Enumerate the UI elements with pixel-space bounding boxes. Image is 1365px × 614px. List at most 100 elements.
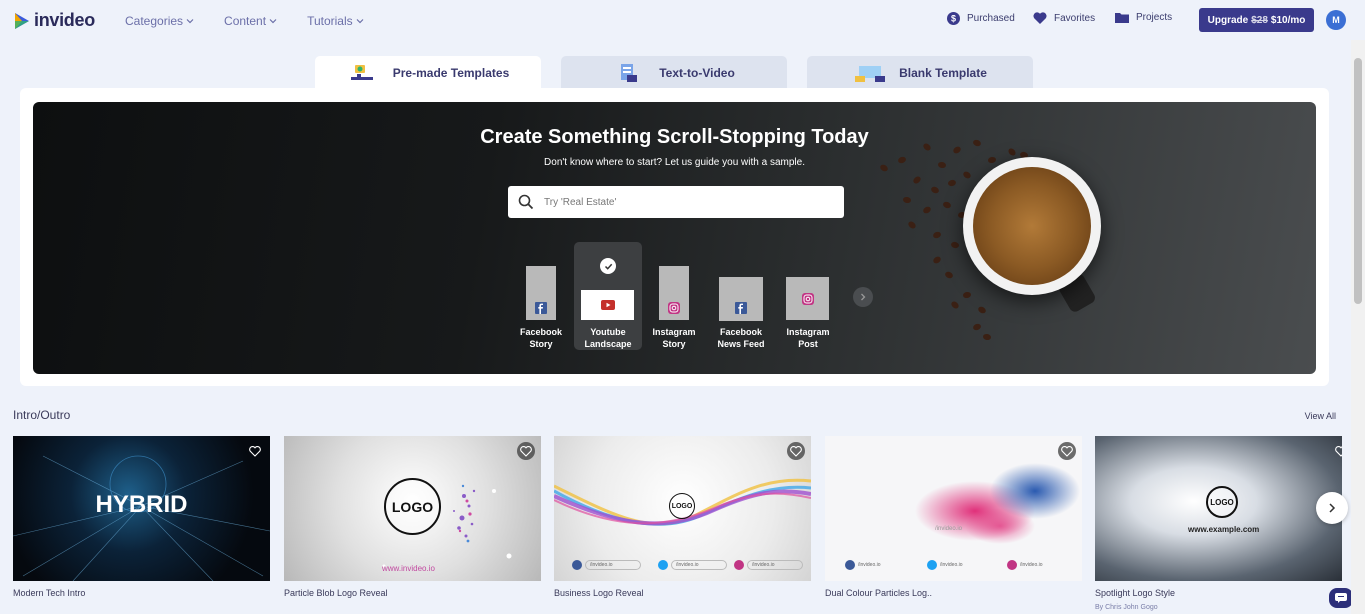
favorite-button[interactable] [1058, 442, 1076, 460]
chat-icon [1335, 593, 1347, 603]
carousel-next-button[interactable] [1316, 492, 1348, 524]
selected-check-icon [600, 258, 616, 274]
card-author: By Chris John Gogo [1095, 604, 1158, 611]
favorite-button[interactable] [246, 442, 264, 460]
format-facebook-news-feed[interactable]: Facebook News Feed [707, 277, 775, 352]
dollar-icon: $ [947, 12, 960, 25]
page-scrollbar[interactable] [1351, 40, 1365, 614]
chevron-down-icon [356, 19, 364, 24]
nav-menu: Categories Content Tutorials [125, 14, 364, 28]
heart-outline-icon [520, 445, 532, 457]
chevron-down-icon [186, 19, 194, 24]
card-image-text: HYBRID [95, 491, 188, 518]
card-title: Modern Tech Intro [13, 588, 86, 598]
youtube-icon [600, 300, 615, 310]
card-url-text: /invideo.io [935, 526, 963, 532]
favorites-link[interactable]: Favorites [1033, 12, 1095, 24]
upgrade-price: $10/mo [1270, 14, 1306, 26]
card-thumbnail: LOGO www.example.com [1095, 436, 1342, 581]
format-label-line2: Story [529, 339, 553, 349]
heart-outline-icon [1061, 445, 1073, 457]
template-search[interactable] [508, 186, 844, 218]
tab-blank-label: Blank Template [899, 65, 987, 80]
hero-title: Create Something Scroll-Stopping Today [480, 126, 869, 148]
heart-icon [1033, 12, 1047, 24]
invideo-logo-icon [15, 12, 29, 29]
brand-name: invideo [34, 10, 95, 30]
upgrade-button[interactable]: Upgrade $28 $10/mo [1199, 8, 1314, 32]
search-input[interactable] [544, 196, 814, 208]
format-label-line2: News Feed [717, 339, 765, 349]
nav-content[interactable]: Content [224, 14, 277, 28]
text-to-video-icon [621, 63, 638, 82]
chevron-down-icon [269, 19, 277, 24]
format-label-line1: Facebook [519, 327, 562, 337]
favorites-label: Favorites [1054, 12, 1096, 24]
view-all-link[interactable]: View All [1305, 411, 1336, 421]
nav-tutorials[interactable]: Tutorials [307, 14, 364, 28]
card-title: Dual Colour Particles Log.. [825, 588, 933, 598]
format-instagram-story[interactable]: Instagram Story [640, 266, 708, 352]
template-tabs: Pre-made Templates Text-to-Video Blank T… [315, 56, 1033, 89]
brand-logo[interactable]: invideo [14, 10, 95, 31]
nav-categories-label: Categories [125, 14, 184, 28]
format-youtube-landscape[interactable]: Youtube Landscape [574, 242, 642, 350]
purchased-link[interactable]: $ Purchased [947, 12, 1015, 25]
instagram-icon [668, 302, 680, 314]
format-label-line1: Instagram [652, 327, 696, 337]
nav-content-label: Content [224, 14, 267, 28]
card-title: Particle Blob Logo Reveal [284, 588, 388, 598]
instagram-icon [801, 292, 814, 305]
card-thumbnail: /invideo.io /invideo.io /invideo.io /inv… [825, 436, 1082, 581]
tab-premade-label: Pre-made Templates [392, 65, 510, 80]
format-label-line2: Landscape [584, 339, 632, 349]
format-label-line1: Youtube [590, 327, 626, 337]
card-logo-circle: LOGO [669, 493, 695, 519]
heart-outline-icon [790, 445, 802, 457]
blank-template-icon [855, 65, 886, 82]
tab-premade-templates[interactable]: Pre-made Templates [315, 56, 541, 89]
format-facebook-story[interactable]: Facebook Story [507, 266, 575, 352]
social-twitter: /invideo.io [658, 560, 727, 570]
folder-icon [1115, 13, 1129, 23]
card-url-text: www.invideo.io [382, 564, 435, 573]
social-facebook: /invideo.io [572, 560, 641, 570]
social-instagram: /invideo.io [1007, 560, 1043, 570]
format-instagram-post[interactable]: Instagram Post [774, 277, 842, 352]
projects-link[interactable]: Projects [1115, 12, 1172, 23]
favorite-button[interactable] [787, 442, 805, 460]
templates-icon [350, 64, 373, 80]
card-logo-circle: LOGO [384, 478, 441, 535]
card-title: Spotlight Logo Style [1095, 588, 1176, 598]
favorite-button[interactable] [1332, 442, 1342, 460]
facebook-icon [735, 302, 747, 314]
hero-banner: Create Something Scroll-Stopping Today D… [33, 102, 1316, 374]
card-thumbnail: HYBRID [13, 436, 270, 581]
chat-support-button[interactable] [1329, 588, 1353, 608]
chevron-right-icon [861, 293, 866, 301]
heart-outline-icon [1335, 445, 1342, 457]
format-next-button[interactable] [853, 287, 873, 307]
nav-categories[interactable]: Categories [125, 14, 194, 28]
search-icon [518, 194, 534, 210]
svg-text:$: $ [951, 14, 956, 24]
nav-tutorials-label: Tutorials [307, 14, 353, 28]
purchased-label: Purchased [967, 13, 1015, 24]
projects-label: Projects [1136, 12, 1173, 23]
favorite-button[interactable] [517, 442, 535, 460]
tab-blank-template[interactable]: Blank Template [807, 56, 1033, 89]
scrollbar-thumb[interactable] [1354, 58, 1362, 304]
upgrade-prefix: Upgrade [1207, 14, 1249, 26]
chevron-right-icon [1329, 503, 1336, 513]
card-logo-circle: LOGO [1206, 486, 1238, 518]
tab-text-to-video-label: Text-to-Video [659, 65, 735, 80]
social-instagram: /invideo.io [734, 560, 803, 570]
card-title: Business Logo Reveal [554, 588, 644, 598]
tab-text-to-video[interactable]: Text-to-Video [561, 56, 787, 89]
top-navigation: invideo Categories Content Tutorials $ P… [0, 0, 1365, 40]
coffee-cup-image [963, 157, 1101, 295]
social-twitter: /invideo.io [927, 560, 963, 570]
card-url-text: www.example.com [1188, 525, 1260, 534]
avatar[interactable]: M [1326, 10, 1346, 30]
format-label-line1: Instagram [786, 327, 830, 337]
